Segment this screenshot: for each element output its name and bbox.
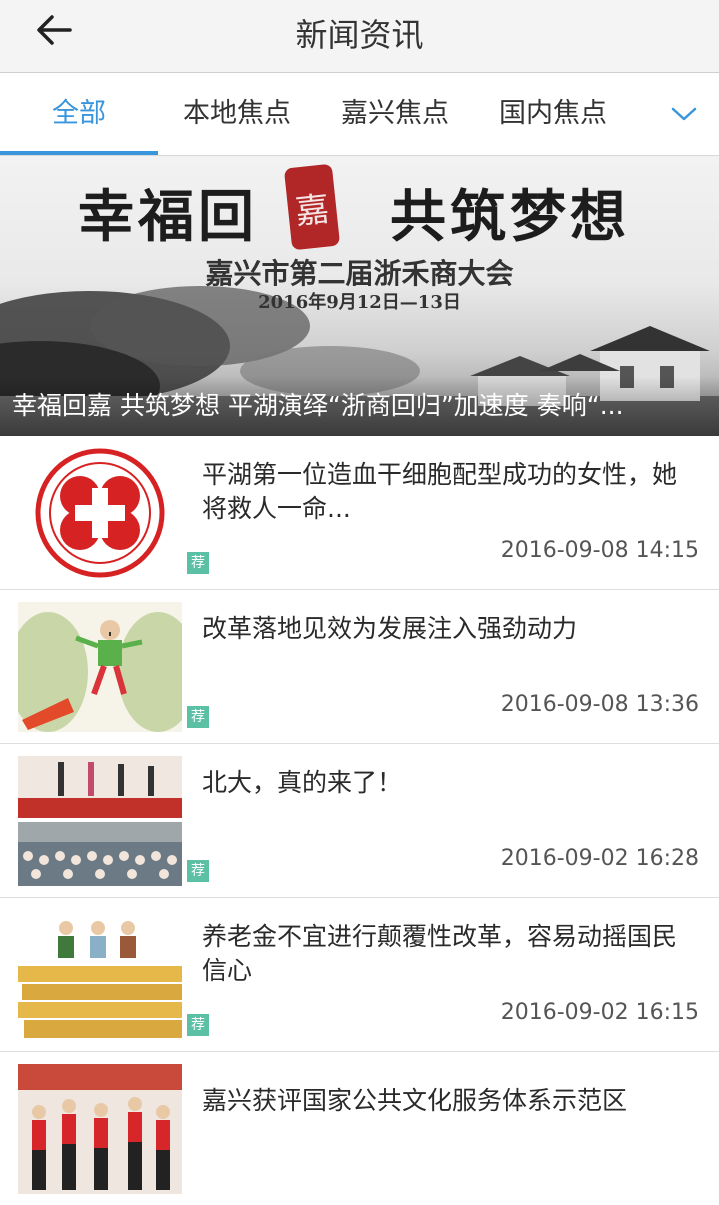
red-cross-emblem-image bbox=[18, 448, 182, 578]
banner-headline-left: 幸福回 bbox=[78, 184, 258, 250]
tab-jiaxing-focus[interactable]: 嘉兴焦点 bbox=[316, 73, 474, 155]
peking-university-event-image bbox=[18, 756, 182, 886]
recommend-tag: 荐 bbox=[187, 552, 209, 574]
news-item[interactable]: 荐 平湖第一位造血干细胞配型成功的女性，她将救人一命... 2016-09-08… bbox=[0, 436, 719, 590]
reform-cartoon-image bbox=[18, 602, 182, 732]
news-time: 2016-09-08 14:15 bbox=[500, 538, 699, 563]
banner-date: 2016年9月12日—13日 bbox=[258, 292, 461, 313]
news-title: 养老金不宜进行颠覆性改革，容易动摇国民信心 bbox=[202, 922, 678, 985]
news-item[interactable]: 荐 养老金不宜进行颠覆性改革，容易动摇国民信心 2016-09-02 16:15 bbox=[0, 898, 719, 1052]
chevron-down-icon bbox=[671, 107, 697, 121]
page-title: 新闻资讯 bbox=[295, 16, 424, 54]
active-tab-indicator bbox=[0, 151, 158, 155]
news-title: 北大，真的来了！ bbox=[202, 768, 403, 797]
news-item[interactable]: 嘉兴获评国家公共文化服务体系示范区 bbox=[0, 1052, 719, 1205]
pension-gold-stack-image bbox=[18, 910, 182, 1040]
banner-headline-right: 共筑梦想 bbox=[390, 184, 630, 250]
news-time: 2016-09-02 16:15 bbox=[500, 1000, 699, 1025]
banner-subtitle: 嘉兴市第二届浙禾商大会 bbox=[205, 257, 514, 290]
banner-caption: 幸福回嘉 共筑梦想 平湖演绎“浙商回归”加速度 奏响“... bbox=[12, 391, 624, 420]
category-tabs: 全部 本地焦点 嘉兴焦点 国内焦点 bbox=[0, 73, 719, 156]
news-thumbnail bbox=[18, 1064, 182, 1194]
tab-local-focus[interactable]: 本地焦点 bbox=[158, 73, 316, 155]
featured-banner[interactable]: 幸福回 嘉 共筑梦想 嘉兴市第二届浙禾商大会 2016年9月12日—13日 幸福… bbox=[0, 156, 719, 436]
more-tabs-button[interactable] bbox=[667, 100, 701, 128]
news-item[interactable]: 荐 北大，真的来了！ 2016-09-02 16:28 bbox=[0, 744, 719, 898]
news-thumbnail bbox=[18, 910, 182, 1040]
news-time: 2016-09-02 16:28 bbox=[500, 846, 699, 871]
recommend-tag: 荐 bbox=[187, 706, 209, 728]
news-title: 平湖第一位造血干细胞配型成功的女性，她将救人一命... bbox=[202, 460, 678, 523]
news-thumbnail bbox=[18, 602, 182, 732]
news-thumbnail bbox=[18, 448, 182, 578]
banner-seal: 嘉 bbox=[283, 163, 341, 251]
news-thumbnail bbox=[18, 756, 182, 886]
app-header: 新闻资讯 bbox=[0, 0, 719, 73]
recommend-tag: 荐 bbox=[187, 1014, 209, 1036]
recommend-tag: 荐 bbox=[187, 860, 209, 882]
tab-all[interactable]: 全部 bbox=[0, 73, 158, 155]
banner-caption-bar: 幸福回嘉 共筑梦想 平湖演绎“浙商回归”加速度 奏响“... bbox=[0, 376, 719, 436]
news-title: 嘉兴获评国家公共文化服务体系示范区 bbox=[202, 1086, 628, 1115]
cultural-dance-image bbox=[18, 1064, 182, 1194]
tab-domestic-focus[interactable]: 国内焦点 bbox=[474, 73, 632, 155]
news-time: 2016-09-08 13:36 bbox=[500, 692, 699, 717]
news-item[interactable]: 荐 改革落地见效为发展注入强劲动力 2016-09-08 13:36 bbox=[0, 590, 719, 744]
news-title: 改革落地见效为发展注入强劲动力 bbox=[202, 614, 578, 643]
